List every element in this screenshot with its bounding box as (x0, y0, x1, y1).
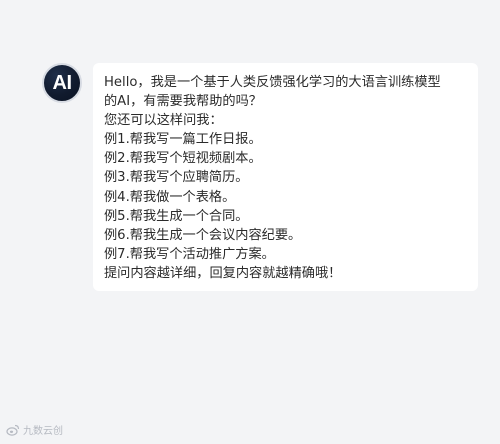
example-line: 例4.帮我做一个表格。 (104, 189, 236, 205)
weibo-icon (6, 424, 20, 436)
example-line: 例5.帮我生成一个合同。 (104, 208, 249, 224)
example-line: 例1.帮我写一篇工作日报。 (104, 132, 262, 148)
watermark-text: 九数云创 (23, 426, 63, 437)
example-line: 例3.帮我写个应聘简历。 (104, 170, 249, 186)
message-line: 您还可以这样问我： (104, 113, 223, 129)
chat-page: AI Hello，我是一个基于人类反馈强化学习的大语言训练模型 的AI，有需要我… (0, 0, 500, 444)
message-line: 提问内容越详细，回复内容就越精确哦！ (104, 265, 342, 281)
watermark: 九数云创 (6, 422, 63, 437)
example-line: 例7.帮我写个活动推广方案。 (104, 246, 275, 262)
avatar-text: AI (52, 71, 73, 94)
assistant-message-bubble: Hello，我是一个基于人类反馈强化学习的大语言训练模型 的AI，有需要我帮助的… (93, 63, 478, 291)
example-line: 例6.帮我生成一个会议内容纪要。 (104, 227, 302, 243)
message-line: 的AI，有需要我帮助的吗？ (104, 94, 262, 110)
ai-avatar: AI (42, 63, 82, 103)
message-line: Hello，我是一个基于人类反馈强化学习的大语言训练模型 (104, 75, 441, 90)
example-line: 例2.帮我写个短视频剧本。 (104, 151, 262, 167)
